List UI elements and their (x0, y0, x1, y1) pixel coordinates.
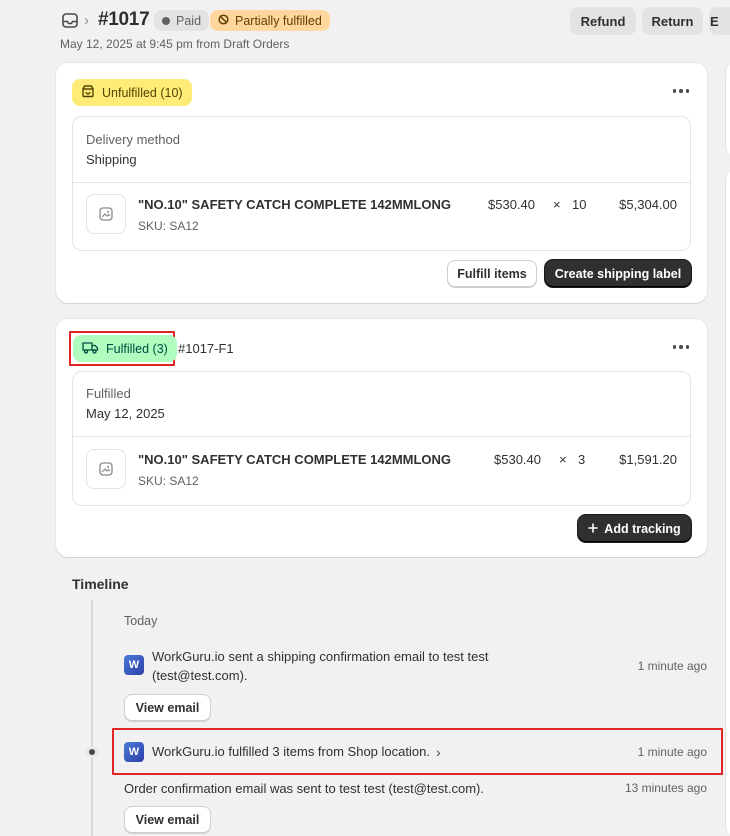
fulfilled-status-label: Fulfilled (3) (106, 341, 168, 356)
line-total: $5,304.00 (619, 197, 677, 212)
workguru-logo-icon: W (124, 655, 144, 675)
fulfilled-card: Fulfilled (3) #1017-F1 Fulfilled May 12,… (56, 319, 707, 557)
paid-badge-label: Paid (176, 13, 202, 28)
unfulfilled-status-badge: Unfulfilled (10) (72, 79, 192, 106)
page-title: #1017 (98, 9, 150, 30)
fulfillment-badge-label: Partially fulfilled (235, 13, 322, 28)
timeline-line (91, 600, 93, 836)
more-actions-icon[interactable] (669, 337, 693, 357)
timeline-event-time: 1 minute ago (637, 659, 707, 673)
fulfilled-section-label: Fulfilled (86, 386, 131, 401)
sidebar-card (725, 170, 730, 836)
timeline-event[interactable]: WorkGuru.io fulfilled 3 items from Shop … (152, 742, 441, 761)
unfulfilled-box-icon (81, 84, 95, 101)
order-icon (62, 13, 78, 28)
product-name[interactable]: "NO.10" SAFETY CATCH COMPLETE 142MMLONG (138, 197, 451, 212)
divider (73, 436, 690, 437)
delivery-truck-icon (82, 341, 99, 357)
plus-icon (588, 522, 599, 536)
return-button[interactable]: Return (642, 7, 703, 35)
workguru-logo-icon: W (124, 742, 144, 762)
fulfilled-status-badge: Fulfilled (3) (73, 335, 177, 362)
refund-button[interactable]: Refund (570, 7, 636, 35)
view-email-button[interactable]: View email (124, 694, 211, 721)
order-subtitle: May 12, 2025 at 9:45 pm from Draft Order… (60, 37, 290, 51)
timeline-day: Today (124, 614, 158, 628)
unfulfilled-card: Unfulfilled (10) Delivery method Shippin… (56, 63, 707, 303)
timeline-event-text: Order confirmation email was sent to tes… (124, 781, 484, 796)
times-sign: × (559, 452, 567, 467)
quantity: 3 (578, 452, 586, 467)
quantity: 10 (572, 197, 587, 212)
unfulfilled-items-box: Delivery method Shipping "NO.10" SAFETY … (72, 116, 691, 251)
fulfillment-id: #1017-F1 (178, 341, 234, 356)
partial-fulfilled-icon (218, 13, 229, 28)
dot-icon (162, 16, 170, 25)
image-placeholder-icon (86, 449, 126, 489)
breadcrumb-separator: › (84, 12, 89, 29)
fulfilled-items-box: Fulfilled May 12, 2025 "NO.10" SAFETY CA… (72, 371, 691, 506)
line-total: $1,591.20 (619, 452, 677, 467)
sidebar-card (725, 63, 730, 156)
unit-price: $530.40 (488, 197, 535, 212)
fulfillment-status-badge: Partially fulfilled (210, 10, 330, 31)
fulfilled-date: May 12, 2025 (86, 406, 165, 421)
unfulfilled-status-label: Unfulfilled (10) (102, 85, 183, 100)
unit-price: $530.40 (494, 452, 541, 467)
timeline-event-time: 13 minutes ago (624, 781, 707, 795)
product-sku: SKU: SA12 (138, 219, 199, 233)
edit-button[interactable]: E (709, 7, 730, 35)
timeline-title: Timeline (72, 576, 129, 592)
add-tracking-button[interactable]: Add tracking (578, 515, 691, 542)
paid-status-badge: Paid (154, 10, 210, 31)
product-sku: SKU: SA12 (138, 474, 199, 488)
times-sign: × (553, 197, 561, 212)
delivery-method-value: Shipping (86, 152, 137, 167)
more-actions-icon[interactable] (669, 81, 693, 101)
timeline-event-text: WorkGuru.io fulfilled 3 items from Shop … (152, 744, 430, 759)
delivery-method-label: Delivery method (86, 132, 180, 147)
image-placeholder-icon (86, 194, 126, 234)
product-name[interactable]: "NO.10" SAFETY CATCH COMPLETE 142MMLONG (138, 452, 451, 467)
divider (73, 182, 690, 183)
fulfill-items-button[interactable]: Fulfill items (447, 260, 537, 287)
chevron-right-icon: › (435, 743, 441, 760)
timeline-event-time: 1 minute ago (637, 745, 707, 759)
create-shipping-label-button[interactable]: Create shipping label (545, 260, 691, 287)
timeline-event-text: WorkGuru.io sent a shipping confirmation… (152, 649, 489, 683)
view-email-button[interactable]: View email (124, 806, 211, 833)
timeline-dot (86, 746, 98, 758)
add-tracking-label: Add tracking (604, 521, 681, 536)
